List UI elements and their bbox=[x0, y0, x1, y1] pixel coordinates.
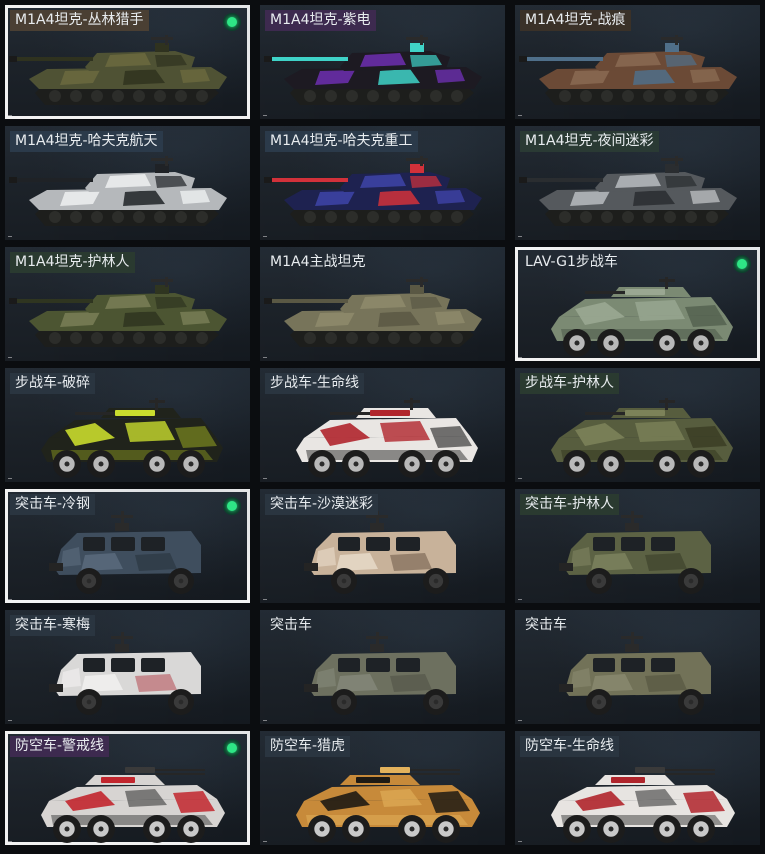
skin-card[interactable]: M1A4坦克-战痕 bbox=[515, 5, 760, 119]
skin-card[interactable]: 突击车-护林人 bbox=[515, 489, 760, 603]
skin-name-label: 突击车-寒梅 bbox=[10, 615, 96, 636]
skin-card[interactable]: LAV-G1步战车 bbox=[515, 247, 760, 361]
skin-card[interactable]: M1A4坦克-哈夫克航天 bbox=[5, 126, 250, 240]
skin-name-label: 突击车-护林人 bbox=[520, 494, 620, 515]
skin-card[interactable]: 突击车 bbox=[515, 610, 760, 724]
skin-name-label: M1A4坦克-夜间迷彩 bbox=[520, 131, 659, 152]
equipped-indicator-icon bbox=[223, 13, 241, 31]
skin-name-label: 步战车-护林人 bbox=[520, 373, 620, 394]
skin-card[interactable]: M1A4坦克-夜间迷彩 bbox=[515, 126, 760, 240]
skin-name-label: M1A4主战坦克 bbox=[270, 254, 366, 270]
skin-card[interactable]: 步战车-护林人 bbox=[515, 368, 760, 482]
skin-card[interactable]: 突击车-寒梅 bbox=[5, 610, 250, 724]
skin-name-label: 突击车-冷钢 bbox=[10, 494, 96, 515]
skin-card[interactable]: M1A4坦克-丛林猎手 bbox=[5, 5, 250, 119]
skin-card[interactable]: 防空车-猎虎 bbox=[260, 731, 505, 845]
skin-card[interactable]: M1A4坦克-护林人 bbox=[5, 247, 250, 361]
skin-name-label: M1A4坦克-战痕 bbox=[520, 10, 631, 31]
skin-card[interactable]: M1A4坦克-哈夫克重工 bbox=[260, 126, 505, 240]
skin-card[interactable]: M1A4坦克-紫电 bbox=[260, 5, 505, 119]
skin-name-label: M1A4坦克-护林人 bbox=[10, 252, 135, 273]
skin-name-label: 突击车-沙漠迷彩 bbox=[265, 494, 379, 515]
skin-name-label: LAV-G1步战车 bbox=[525, 254, 618, 270]
skin-name-label: 步战车-破碎 bbox=[10, 373, 96, 394]
skin-card[interactable]: 突击车 bbox=[260, 610, 505, 724]
skin-name-label: 防空车-生命线 bbox=[520, 736, 620, 757]
skin-name-label: M1A4坦克-丛林猎手 bbox=[10, 10, 149, 31]
skin-card[interactable]: 突击车-沙漠迷彩 bbox=[260, 489, 505, 603]
skin-name-label: 防空车-猎虎 bbox=[265, 736, 351, 757]
skin-name-label: 突击车 bbox=[270, 617, 312, 633]
skin-name-label: 防空车-警戒线 bbox=[10, 736, 110, 757]
skin-name-label: 步战车-生命线 bbox=[265, 373, 365, 394]
skin-card[interactable]: 突击车-冷钢 bbox=[5, 489, 250, 603]
skin-card[interactable]: 防空车-警戒线 bbox=[5, 731, 250, 845]
equipped-indicator-icon bbox=[733, 255, 751, 273]
skin-card[interactable]: 步战车-破碎 bbox=[5, 368, 250, 482]
skin-card[interactable]: M1A4主战坦克 bbox=[260, 247, 505, 361]
skin-name-label: M1A4坦克-哈夫克航天 bbox=[10, 131, 163, 152]
equipped-indicator-icon bbox=[223, 497, 241, 515]
equipped-indicator-icon bbox=[223, 739, 241, 757]
skin-card[interactable]: 步战车-生命线 bbox=[260, 368, 505, 482]
skin-name-label: M1A4坦克-哈夫克重工 bbox=[265, 131, 418, 152]
skin-card[interactable]: 防空车-生命线 bbox=[515, 731, 760, 845]
skin-grid: M1A4坦克-丛林猎手 M1A4坦克-紫电 M1A4坦克-战痕 M1A4坦克-哈夫克航… bbox=[0, 0, 765, 854]
skin-name-label: 突击车 bbox=[525, 617, 567, 633]
skin-name-label: M1A4坦克-紫电 bbox=[265, 10, 376, 31]
